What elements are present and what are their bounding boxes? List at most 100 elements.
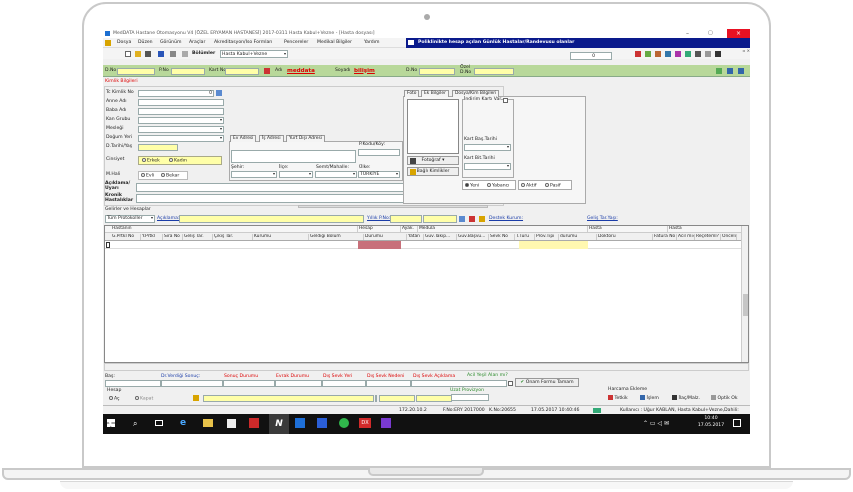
- app-red-icon[interactable]: [249, 418, 259, 428]
- fotograf-button[interactable]: Fotoğraf ▾: [407, 156, 459, 165]
- evrak-input[interactable]: [275, 380, 322, 387]
- column-header[interactable]: Sevk No: [489, 234, 515, 240]
- at-icon[interactable]: [695, 51, 701, 57]
- bagli-kimlikler-button[interactable]: Bağlı Kimlikler: [407, 167, 459, 176]
- vs-icon[interactable]: [381, 418, 391, 428]
- adres-input[interactable]: [231, 150, 356, 163]
- user-icon[interactable]: [715, 51, 721, 57]
- meslek-select[interactable]: ▾: [138, 126, 224, 133]
- sehir-select[interactable]: ▾: [231, 171, 277, 178]
- sevk-aciklama-input[interactable]: [411, 380, 507, 387]
- protokol-select[interactable]: Tüm Protokoller ▾: [105, 215, 155, 223]
- sonuc-input[interactable]: [223, 380, 275, 387]
- menu-akreditasyon[interactable]: Akreditasyon/Iso Formları: [214, 40, 272, 46]
- store-icon[interactable]: [227, 419, 236, 428]
- tab-yurt-disi[interactable]: Yurt Dışı Adresi: [286, 135, 326, 142]
- column-header[interactable]: Güv.Başvu...: [457, 234, 489, 240]
- bekar-radio[interactable]: Bekar: [161, 173, 179, 180]
- medal-icon[interactable]: [665, 51, 671, 57]
- column-header[interactable]: Kurumu: [253, 234, 309, 240]
- pkodu-input[interactable]: [358, 149, 400, 156]
- column-header[interactable]: Öncelikli...: [721, 234, 737, 240]
- sgk-icon[interactable]: [635, 51, 641, 57]
- hesap-input[interactable]: [203, 395, 374, 402]
- aciklama2-input[interactable]: [179, 215, 364, 223]
- menu-dosya[interactable]: Dosya: [117, 40, 131, 46]
- tetkik-button[interactable]: Tetkik: [608, 395, 628, 402]
- tab-foto[interactable]: Foto: [404, 90, 420, 97]
- pno-input[interactable]: [171, 68, 205, 75]
- preview-icon[interactable]: [170, 51, 176, 57]
- yillik-input[interactable]: [390, 215, 422, 223]
- row-selector[interactable]: [106, 242, 110, 248]
- hesap3-input[interactable]: [416, 395, 452, 402]
- print-icon[interactable]: [145, 51, 151, 57]
- ac-button[interactable]: Aç: [109, 396, 120, 403]
- column-header[interactable]: Doktoru: [597, 234, 653, 240]
- uzat-input[interactable]: [451, 394, 489, 401]
- column-header[interactable]: Sıra No: [163, 234, 183, 240]
- edge-icon[interactable]: e: [180, 418, 186, 428]
- menu-medikal[interactable]: Medikal Bilgiler: [317, 40, 352, 46]
- calendar2-icon[interactable]: [727, 68, 733, 74]
- ilce-select[interactable]: ▾: [279, 171, 313, 178]
- column-header[interactable]: durumu: [559, 234, 597, 240]
- menu-duzen[interactable]: Düzen: [138, 40, 153, 46]
- menu-yardim[interactable]: Yardım: [364, 40, 379, 46]
- column-header[interactable]: Geldiği Bölüm: [309, 234, 364, 240]
- folder2-icon[interactable]: [479, 216, 485, 222]
- sevk-yeri-input[interactable]: [322, 380, 366, 387]
- evli-radio[interactable]: Evli: [141, 173, 154, 180]
- column-header[interactable]: Reçeteml?: [695, 234, 721, 240]
- new-icon[interactable]: [125, 51, 131, 57]
- settings-icon[interactable]: [182, 51, 188, 57]
- dtarihi-input[interactable]: [138, 144, 178, 151]
- search-icon[interactable]: [264, 68, 270, 74]
- column-header[interactable]: Acil mi?: [677, 234, 695, 240]
- spotify-icon[interactable]: [339, 418, 349, 428]
- maximize-icon[interactable]: ▢: [708, 30, 713, 36]
- column-header[interactable]: Çıkış Tar.: [213, 234, 253, 240]
- meddata-task-icon[interactable]: N: [269, 414, 289, 434]
- search2-icon[interactable]: [459, 216, 465, 222]
- column-header[interactable]: Fatura No: [653, 234, 677, 240]
- baba-input[interactable]: [138, 108, 224, 115]
- id-card-icon[interactable]: [216, 90, 222, 96]
- semt-select[interactable]: ▾: [315, 171, 357, 178]
- acil-checkbox[interactable]: [508, 381, 513, 386]
- calendar-icon[interactable]: [685, 51, 691, 57]
- outlook-icon[interactable]: [295, 418, 305, 428]
- optik-button[interactable]: Optik Ok: [711, 395, 737, 402]
- splitter[interactable]: [298, 205, 488, 208]
- save-icon[interactable]: [158, 51, 164, 57]
- tab-ev-adresi[interactable]: Ev Adresi: [230, 135, 257, 142]
- kan-select[interactable]: ▾: [138, 117, 224, 124]
- table-row[interactable]: [105, 241, 748, 249]
- aktif-radio[interactable]: Aktif: [521, 182, 537, 190]
- dno2-input[interactable]: [419, 68, 455, 75]
- column-header[interactable]: Durumu: [364, 234, 407, 240]
- tab-dosya[interactable]: Dosya/Kim Bilgileri: [452, 90, 500, 97]
- gift-icon[interactable]: [655, 51, 661, 57]
- column-header[interactable]: Güv.Takip...: [424, 234, 457, 240]
- minimize-icon[interactable]: –: [686, 30, 689, 37]
- pasif-radio[interactable]: Pasif: [545, 182, 561, 190]
- report-icon[interactable]: [675, 51, 681, 57]
- h-scrollbar[interactable]: [104, 363, 749, 371]
- dx-icon[interactable]: DX: [359, 418, 371, 428]
- close-icon[interactable]: ×: [727, 29, 750, 38]
- table-scrollbar[interactable]: [741, 226, 748, 362]
- task-view-icon[interactable]: [155, 420, 163, 426]
- anne-input[interactable]: [138, 99, 224, 106]
- kartno-input[interactable]: [225, 68, 259, 75]
- tab-ek-bilgiler[interactable]: Ek Bilgiler: [421, 90, 449, 97]
- column-header[interactable]: G.Prtkl No: [111, 234, 141, 240]
- kartbit-input[interactable]: ▾: [464, 163, 511, 170]
- column-header[interactable]: Geliş Tar.: [183, 234, 213, 240]
- tool-icon[interactable]: [645, 51, 651, 57]
- ozel-dno-input[interactable]: [474, 68, 514, 75]
- open-icon[interactable]: [135, 51, 141, 57]
- column-header[interactable]: Yatan: [407, 234, 424, 240]
- yabanci-radio[interactable]: Yabancı: [487, 182, 509, 190]
- ilac-button[interactable]: İlaç/Malz.: [672, 395, 700, 402]
